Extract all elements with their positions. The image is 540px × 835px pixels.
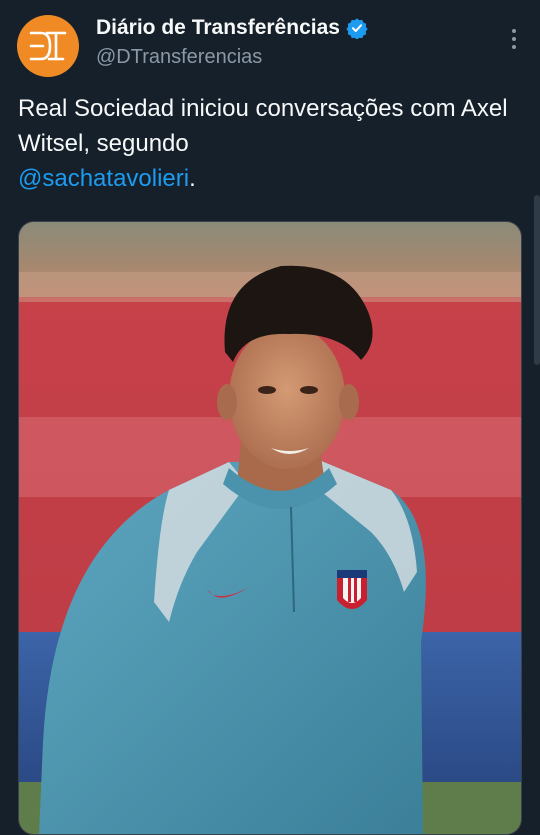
tweet-text: Real Sociedad iniciou conversações com A…: [18, 91, 518, 196]
verified-badge-icon: [346, 18, 368, 39]
tweet: Diário de Transferências @DTransferencia…: [0, 0, 540, 835]
mention-link[interactable]: @sachatavolieri: [18, 165, 189, 192]
tweet-text-body: Real Sociedad iniciou conversações com A…: [18, 95, 508, 157]
scrollbar[interactable]: [534, 195, 540, 365]
dot: [512, 29, 516, 33]
tweet-photo[interactable]: [18, 221, 522, 835]
dot: [512, 37, 516, 41]
dot: [512, 45, 516, 49]
author-name-row: Diário de Transferências: [96, 16, 368, 40]
player-photo-image: [19, 222, 521, 834]
author-handle[interactable]: @DTransferencias: [96, 46, 262, 69]
tweet-text-end: .: [189, 165, 196, 192]
author-display-name[interactable]: Diário de Transferências: [96, 16, 340, 40]
avatar[interactable]: [17, 15, 79, 77]
dt-logo-icon: [29, 31, 67, 61]
more-options-icon[interactable]: [502, 24, 526, 54]
